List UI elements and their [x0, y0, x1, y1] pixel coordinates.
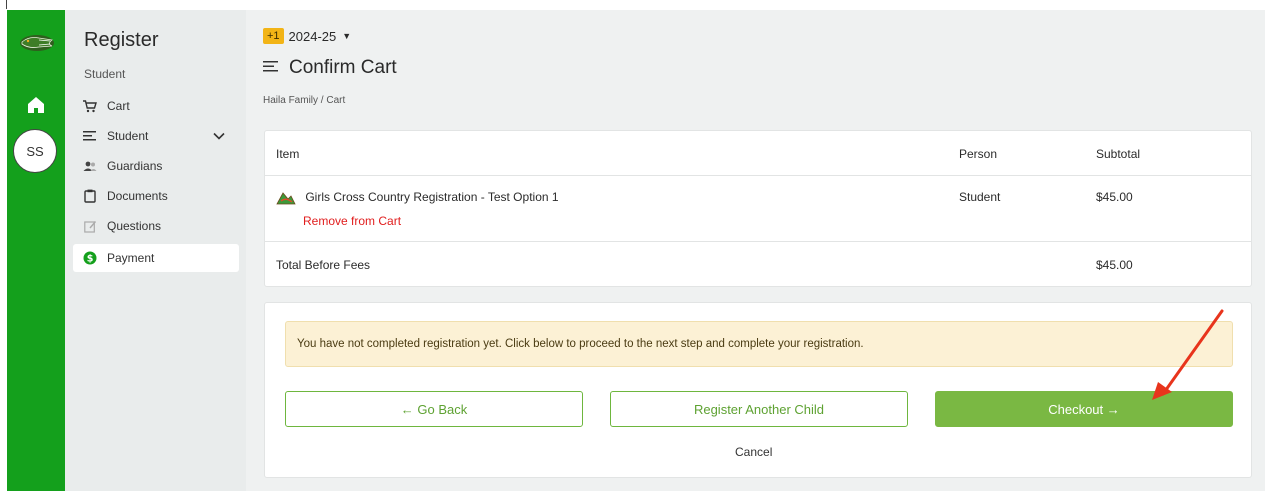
app-rail: SS	[7, 10, 65, 491]
sidebar-item-guardians[interactable]: Guardians	[73, 152, 239, 180]
avatar[interactable]: SS	[13, 129, 57, 173]
cart-item-cell: Girls Cross Country Registration - Test …	[276, 190, 559, 205]
menu-icon[interactable]	[263, 59, 279, 77]
app-root: SS Register Student Cart Student Guardia…	[0, 0, 1265, 491]
sidebar-item-documents[interactable]: Documents	[73, 182, 239, 210]
edit-note-icon	[83, 219, 97, 233]
cart-item-person: Student	[959, 190, 1001, 204]
column-header-item: Item	[276, 147, 300, 161]
column-header-subtotal: Subtotal	[1096, 147, 1141, 161]
gator-logo-icon[interactable]	[19, 32, 55, 54]
window-edge	[6, 0, 7, 9]
column-header-person: Person	[959, 147, 998, 161]
table-header-row: Item Person Subtotal	[265, 131, 1251, 176]
breadcrumb[interactable]: Haila Family / Cart	[263, 95, 345, 106]
table-row: Girls Cross Country Registration - Test …	[265, 176, 1251, 242]
list-icon	[83, 129, 97, 143]
dollar-icon: $	[83, 251, 97, 265]
sidebar: Register Student Cart Student Guardians	[65, 10, 246, 491]
sidebar-item-cart[interactable]: Cart	[73, 92, 239, 120]
registration-incomplete-alert: You have not completed registration yet.…	[285, 321, 1233, 367]
page-header: Confirm Cart	[263, 57, 397, 79]
season-selector[interactable]: +1 2024-25 ▼	[263, 28, 351, 44]
total-label: Total Before Fees	[276, 258, 371, 272]
home-icon[interactable]	[25, 94, 47, 116]
sidebar-item-label: Documents	[107, 189, 168, 203]
clipboard-icon	[83, 189, 97, 203]
cross-country-icon	[276, 191, 296, 205]
remove-from-cart-link[interactable]: Remove from Cart	[303, 214, 401, 228]
checkout-button[interactable]: Checkout →	[935, 391, 1233, 427]
sidebar-item-payment[interactable]: $ Payment	[73, 244, 239, 272]
chevron-down-icon[interactable]	[213, 129, 225, 143]
go-back-button[interactable]: ← Go Back	[285, 391, 583, 427]
sidebar-item-questions[interactable]: Questions	[73, 212, 239, 240]
sidebar-item-label: Student	[107, 129, 149, 143]
cart-item-name: Girls Cross Country Registration - Test …	[305, 190, 559, 204]
sidebar-item-label: Questions	[107, 219, 162, 233]
sidebar-item-student[interactable]: Student	[73, 122, 239, 150]
sidebar-item-label: Payment	[107, 251, 155, 265]
sidebar-subtitle: Student	[84, 67, 126, 81]
page-title: Confirm Cart	[289, 57, 397, 78]
cart-icon	[83, 99, 97, 113]
people-icon	[83, 159, 97, 173]
cart-item-subtotal: $45.00	[1096, 190, 1133, 204]
sidebar-item-label: Guardians	[107, 159, 163, 173]
caret-down-icon: ▼	[342, 31, 352, 41]
checkout-panel: You have not completed registration yet.…	[264, 302, 1252, 478]
season-badge: +1	[263, 28, 284, 44]
register-another-child-button[interactable]: Register Another Child	[610, 391, 908, 427]
total-row: Total Before Fees $45.00	[265, 242, 1251, 287]
svg-text:$: $	[87, 253, 94, 264]
cancel-link[interactable]: Cancel	[735, 445, 772, 459]
main-content: +1 2024-25 ▼ Confirm Cart Haila Family /…	[246, 10, 1265, 491]
sidebar-title: Register	[84, 29, 159, 51]
total-value: $45.00	[1096, 258, 1133, 272]
cart-table: Item Person Subtotal Girls Cross Country…	[264, 130, 1252, 287]
season-label: 2024-25	[288, 28, 337, 44]
sidebar-item-label: Cart	[107, 99, 130, 113]
